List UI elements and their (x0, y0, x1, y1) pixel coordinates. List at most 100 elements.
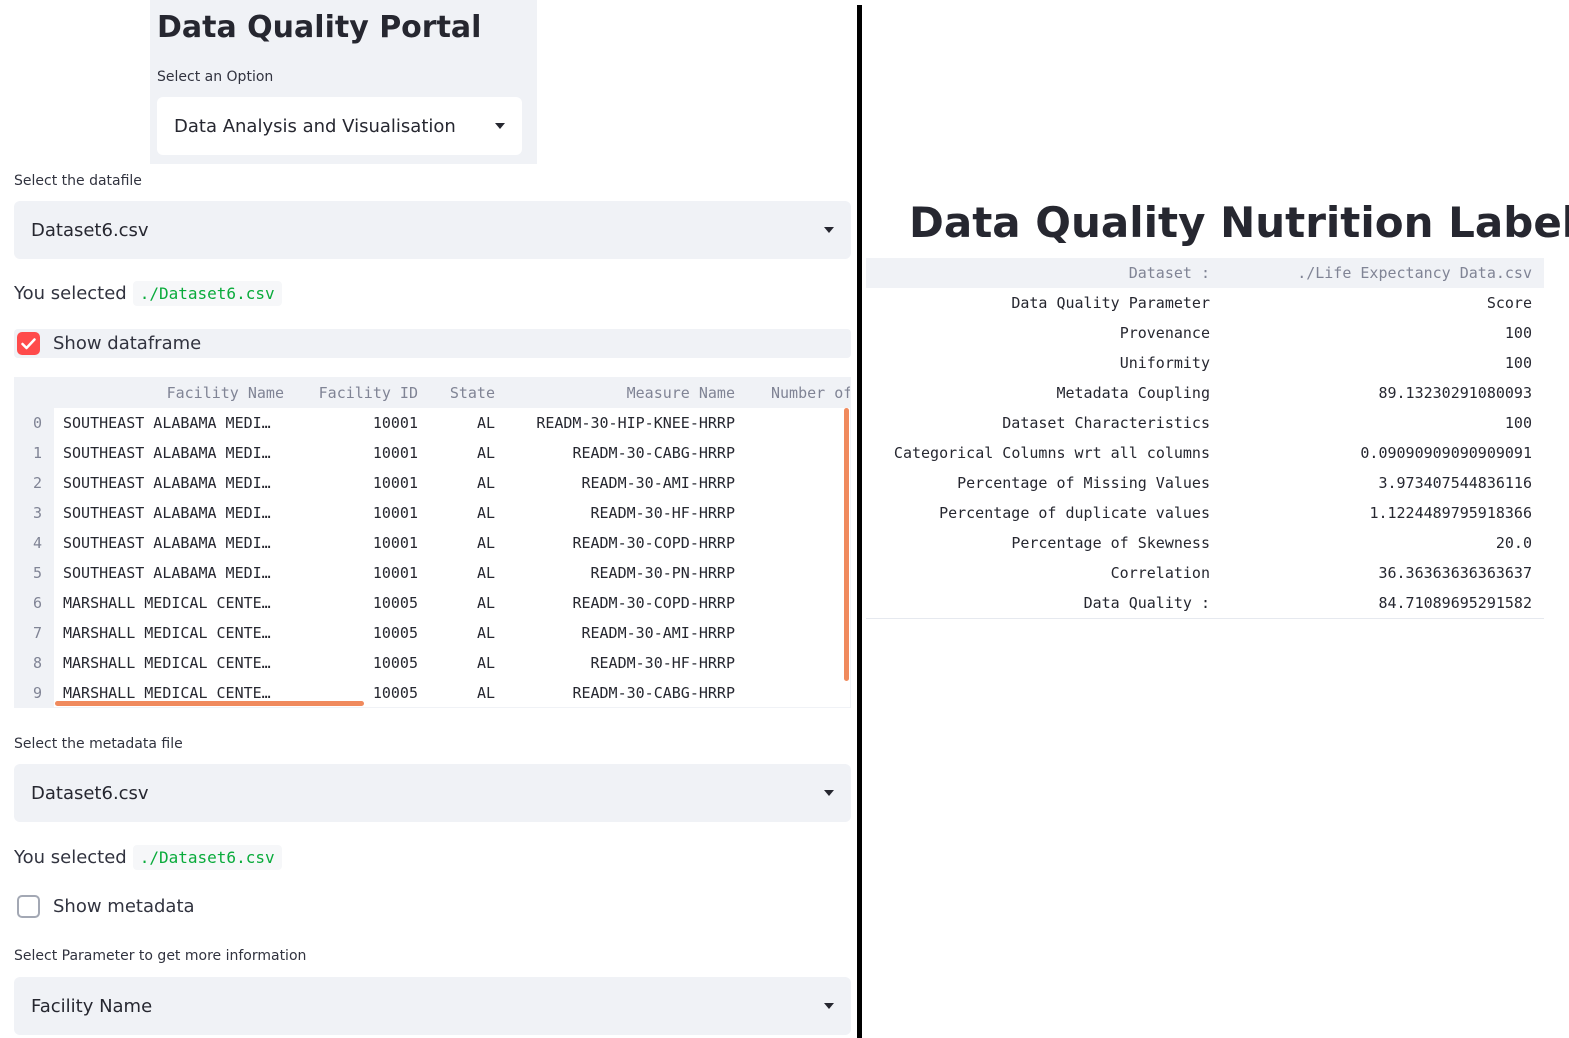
nutrition-label-row: Correlation 36.36363636363637 (866, 558, 1544, 588)
nutrition-label-row: Data Quality : 84.71089695291582 (866, 588, 1544, 618)
nutrition-label-param: Uniformity (1119, 354, 1210, 372)
cell-facility-name: SOUTHEAST ALABAMA MEDI… (63, 564, 271, 582)
datafile-selected-path: ./Dataset6.csv (132, 281, 282, 306)
cell-facility-name: SOUTHEAST ALABAMA MEDI… (63, 474, 271, 492)
cell-facility-id: 10001 (372, 504, 418, 522)
row-index: 8 (33, 654, 43, 672)
cell-state: AL (476, 534, 495, 552)
nutrition-label-title: Data Quality Nutrition Label (909, 198, 1569, 247)
cell-state: AL (476, 564, 495, 582)
datafile-label: Select the datafile (14, 173, 142, 189)
row-index: 4 (33, 534, 43, 552)
show-metadata-row[interactable]: Show metadata (14, 892, 195, 921)
vertical-scrollbar[interactable] (844, 408, 849, 681)
option-label: Select an Option (157, 69, 274, 85)
show-metadata-checkbox[interactable] (17, 895, 40, 918)
nutrition-label-table: Dataset : ./Life Expectancy Data.csv Dat… (866, 258, 1544, 619)
cell-state: AL (476, 504, 495, 522)
cell-facility-id: 10005 (372, 624, 418, 642)
row-index: 9 (33, 684, 43, 702)
horizontal-scrollbar[interactable] (55, 701, 364, 706)
chevron-down-icon (824, 790, 834, 796)
option-select-value: Data Analysis and Visualisation (174, 115, 456, 137)
column-header-facility-name[interactable]: Facility Name (167, 378, 284, 408)
nutrition-label-row: Metadata Coupling 89.13230291080093 (866, 378, 1544, 408)
cell-measure-name: READM-30-HF-HRRP (590, 654, 736, 672)
cell-state: AL (476, 474, 495, 492)
show-metadata-label: Show metadata (53, 896, 195, 917)
cell-facility-id: 10001 (372, 564, 418, 582)
cell-state: AL (476, 444, 495, 462)
parameter-select[interactable]: Facility Name (14, 977, 851, 1035)
cell-measure-name: READM-30-PN-HRRP (590, 564, 736, 582)
cell-state: AL (476, 654, 495, 672)
cell-facility-name: MARSHALL MEDICAL CENTE… (63, 624, 271, 642)
chevron-down-icon (824, 227, 834, 233)
column-divider (857, 5, 862, 1038)
nutrition-label-score: Score (1486, 294, 1532, 312)
cell-state: AL (476, 594, 495, 612)
metadata-select[interactable]: Dataset6.csv (14, 764, 851, 822)
column-header-state[interactable]: State (450, 378, 495, 408)
datafile-select[interactable]: Dataset6.csv (14, 201, 851, 259)
show-dataframe-checkbox[interactable] (17, 332, 40, 355)
nutrition-label-row: Data Quality Parameter Score (866, 288, 1544, 318)
cell-facility-name: SOUTHEAST ALABAMA MEDI… (63, 534, 271, 552)
cell-facility-id: 10001 (372, 414, 418, 432)
app-title: Data Quality Portal (157, 10, 482, 45)
nutrition-label-param: Data Quality Parameter (1011, 294, 1210, 312)
column-header-measure-name[interactable]: Measure Name (627, 378, 735, 408)
nutrition-label-score: 0.09090909090909091 (1360, 444, 1532, 462)
parameter-label: Select Parameter to get more information (14, 948, 307, 964)
cell-state: AL (476, 684, 495, 702)
metadata-label: Select the metadata file (14, 736, 183, 752)
metadata-selected-text: You selected ./Dataset6.csv (14, 845, 282, 870)
datafile-select-value: Dataset6.csv (31, 219, 149, 241)
metadata-select-value: Dataset6.csv (31, 782, 149, 804)
cell-facility-id: 10005 (372, 684, 418, 702)
nutrition-label-row: Uniformity 100 (866, 348, 1544, 378)
cell-measure-name: READM-30-CABG-HRRP (572, 444, 735, 462)
nutrition-label-score: 20.0 (1495, 534, 1532, 552)
dataframe-table[interactable]: Facility Name Facility ID State Measure … (14, 377, 851, 708)
nutrition-label-score: 1.1224489795918366 (1369, 504, 1532, 522)
show-dataframe-row[interactable]: Show dataframe (14, 329, 851, 358)
cell-measure-name: READM-30-HIP-KNEE-HRRP (536, 414, 735, 432)
sidebar-panel: Data Quality Portal Select an Option Dat… (150, 0, 537, 164)
column-header-facility-id[interactable]: Facility ID (319, 378, 418, 408)
cell-measure-name: READM-30-CABG-HRRP (572, 684, 735, 702)
nutrition-label-score: 100 (1504, 414, 1532, 432)
metadata-selected-path: ./Dataset6.csv (132, 845, 282, 870)
datafile-selected-prefix: You selected (14, 283, 127, 304)
cell-facility-name: SOUTHEAST ALABAMA MEDI… (63, 504, 271, 522)
option-select[interactable]: Data Analysis and Visualisation (157, 97, 522, 155)
column-header-number-of[interactable]: Number of (771, 378, 850, 408)
cell-facility-id: 10001 (372, 534, 418, 552)
metadata-selected-prefix: You selected (14, 847, 127, 868)
nutrition-label-score: 36.36363636363637 (1378, 564, 1532, 582)
parameter-select-value: Facility Name (31, 995, 153, 1017)
cell-measure-name: READM-30-HF-HRRP (590, 504, 736, 522)
nutrition-label-param: Percentage of duplicate values (939, 504, 1210, 522)
cell-facility-id: 10005 (372, 594, 418, 612)
nutrition-label-row: Percentage of Skewness 20.0 (866, 528, 1544, 558)
row-index: 3 (33, 504, 43, 522)
cell-facility-name: MARSHALL MEDICAL CENTE… (63, 654, 271, 672)
nutrition-label-score: 89.13230291080093 (1378, 384, 1532, 402)
nutrition-label-param: Correlation (1110, 564, 1210, 582)
nutrition-label-row: Dataset Characteristics 100 (866, 408, 1544, 438)
cell-state: AL (476, 414, 495, 432)
row-index: 7 (33, 624, 43, 642)
cell-measure-name: READM-30-COPD-HRRP (572, 534, 735, 552)
chevron-down-icon (495, 123, 505, 129)
nutrition-label-row: Provenance 100 (866, 318, 1544, 348)
nutrition-label-param: Percentage of Skewness (1011, 534, 1210, 552)
nutrition-label-row: Percentage of duplicate values 1.12244897… (866, 498, 1544, 528)
row-index: 5 (33, 564, 43, 582)
nutrition-label-param: Data Quality : (1083, 594, 1210, 612)
nutrition-label-row: Categorical Columns wrt all columns 0.090… (866, 438, 1544, 468)
nutrition-label-header-param: Dataset : (1128, 264, 1210, 282)
cell-state: AL (476, 624, 495, 642)
cell-facility-name: SOUTHEAST ALABAMA MEDI… (63, 414, 271, 432)
cell-facility-name: MARSHALL MEDICAL CENTE… (63, 594, 271, 612)
